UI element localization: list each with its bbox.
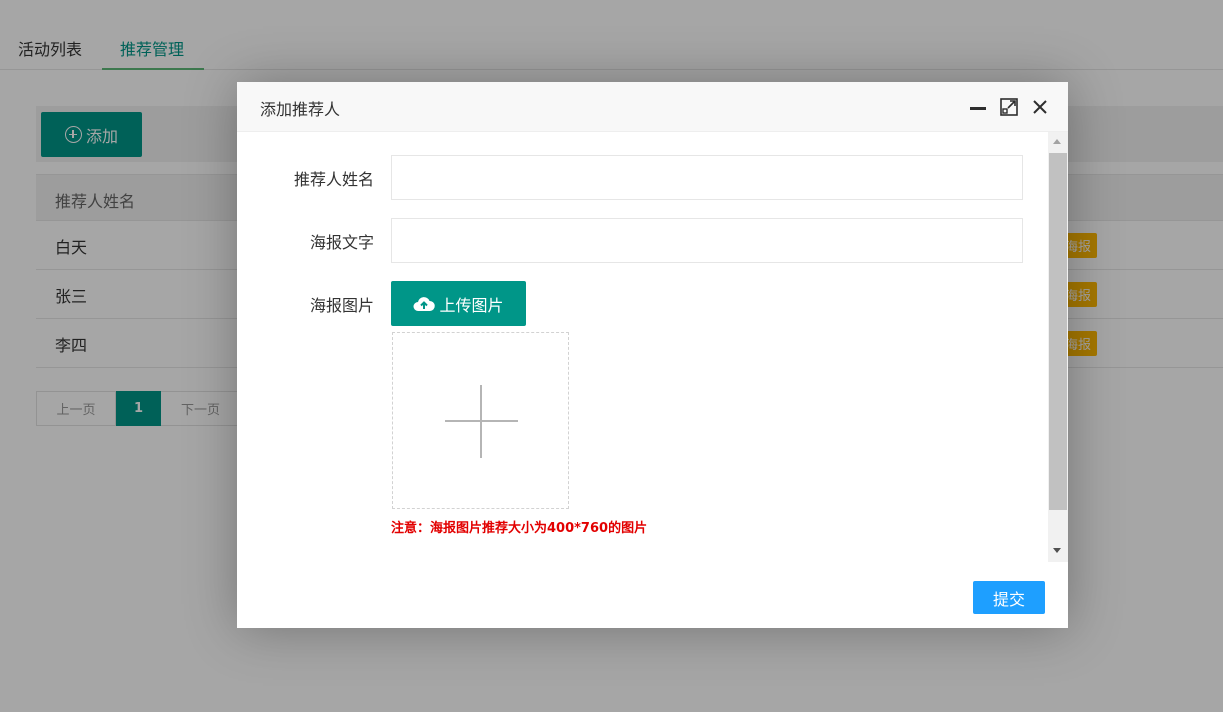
scroll-up-arrow[interactable] [1053, 139, 1061, 144]
dialog-header: 添加推荐人 [237, 82, 1068, 132]
upload-button-label: 上传图片 [439, 295, 504, 315]
upload-image-button[interactable]: 上传图片 [391, 281, 526, 326]
submit-button[interactable]: 提交 [973, 581, 1045, 614]
dialog-title: 添加推荐人 [260, 100, 341, 119]
name-field-label: 推荐人姓名 [293, 170, 374, 189]
poster-text-label: 海报文字 [309, 233, 374, 252]
size-note: 注意：海报图片推荐大小为400*760的图片 [391, 521, 648, 536]
add-referrer-dialog: 添加推荐人 推荐人姓名 海报文字 海报图片 上传图片 注意：海报图片推荐大小为4… [237, 82, 1068, 628]
name-input[interactable] [391, 155, 1023, 200]
poster-text-input[interactable] [391, 218, 1023, 263]
image-drop-area[interactable] [392, 332, 569, 509]
poster-image-label: 海报图片 [309, 296, 374, 315]
scroll-down-arrow[interactable] [1053, 548, 1061, 553]
dialog-body: 推荐人姓名 海报文字 海报图片 上传图片 注意：海报图片推荐大小为400*760… [237, 132, 1068, 562]
cloud-upload-icon [413, 296, 436, 311]
close-icon[interactable] [1030, 97, 1050, 117]
scroll-thumb[interactable] [1049, 153, 1067, 510]
minimize-icon[interactable] [968, 97, 988, 117]
maximize-icon[interactable] [999, 97, 1019, 117]
scrollbar[interactable] [1048, 132, 1068, 562]
